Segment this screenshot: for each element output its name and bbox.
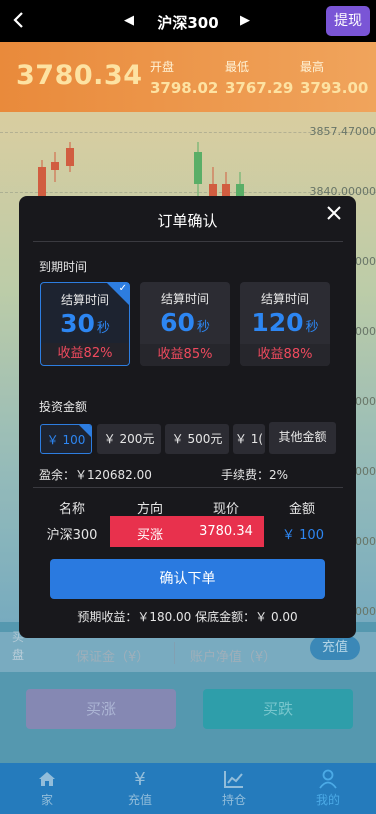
amount-option-1000[interactable]: ￥ 1( [233,424,265,454]
order-confirm-dialog: 订单确认 到期时间 结算时间 30 秒 收益82% ✓ 结算时间 60 秒 收益85… [19,196,356,638]
open-value: 3798.02 [150,79,219,97]
duration-seconds: 120 [251,308,304,337]
duration-unit: 秒 [96,321,110,336]
table-header: 金额 [288,502,315,517]
open-stat: 开盘 3798.02 [150,58,218,97]
high-value: 3793.00 [300,79,369,97]
order-price: 3780.34 [199,524,253,539]
duration-label: 结算时间 [160,292,209,306]
order-name: 沪深300 [46,528,98,543]
amount-option-label: ￥ 200元 [103,432,155,446]
check-icon: ✓ [118,283,127,294]
high-label: 最高 [300,60,325,74]
duration-option-60[interactable]: 结算时间 60 秒 收益85% [140,282,230,366]
duration-label: 结算时间 [260,292,309,306]
current-price: 3780.34 [16,60,143,91]
selected-corner [79,425,91,437]
divider [33,487,343,488]
expected-return-text: 预期收益：￥180.00 保底金额：￥ 0.00 [77,610,298,624]
amount-option-label: ￥ 500元 [171,432,223,446]
table-header: 名称 [58,502,85,517]
duration-option-120[interactable]: 结算时间 120 秒 收益88% [240,282,330,366]
expiry-label: 到期时间 [39,260,88,274]
confirm-order-button[interactable]: 确认下单 [50,559,325,599]
duration-yield: 收益82% [41,343,129,365]
close-icon[interactable] [325,200,343,227]
low-stat: 最低 3767.29 [225,58,293,97]
duration-unit: 秒 [196,320,210,335]
open-label: 开盘 [150,60,175,74]
order-direction: 买涨 [136,528,163,543]
table-header: 现价 [212,502,239,517]
triangle-left-icon[interactable]: ◀ [124,13,134,28]
fee-text: 手续费：2% [221,468,289,482]
amount-option-200[interactable]: ￥ 200元 [97,424,161,454]
duration-option-30[interactable]: 结算时间 30 秒 收益82% ✓ [40,282,130,366]
low-value: 3767.29 [225,79,294,97]
duration-yield: 收益88% [240,344,330,366]
amount-option-500[interactable]: ￥ 500元 [165,424,229,454]
duration-seconds: 30 [60,309,95,338]
table-header: 方向 [136,502,163,517]
triangle-right-icon[interactable]: ▶ [240,13,250,28]
withdraw-button[interactable]: 提现 [326,6,370,36]
amount-option-label: ￥ 1( [234,432,264,446]
other-amount-button[interactable]: 其他金额 [269,422,336,454]
balance-text: 盈余：￥120682.00 [39,468,152,482]
back-arrow-icon[interactable] [8,9,30,31]
dialog-title: 订单确认 [157,212,218,230]
divider [33,241,343,242]
page-title: 沪深300 [157,14,219,32]
price-header: 3780.34 开盘 3798.02 最低 3767.29 最高 3793.00 [0,42,376,112]
high-stat: 最高 3793.00 [300,58,368,97]
amount-option-100[interactable]: ￥ 100 [40,424,92,454]
duration-unit: 秒 [305,320,319,335]
low-label: 最低 [225,60,250,74]
amount-label: 投资金额 [39,400,88,414]
top-nav-bar: ◀ 沪深300 ▶ 提现 [0,0,376,42]
duration-yield: 收益85% [140,344,230,366]
order-amount: ￥ 100 [282,528,324,543]
duration-seconds: 60 [160,308,195,337]
